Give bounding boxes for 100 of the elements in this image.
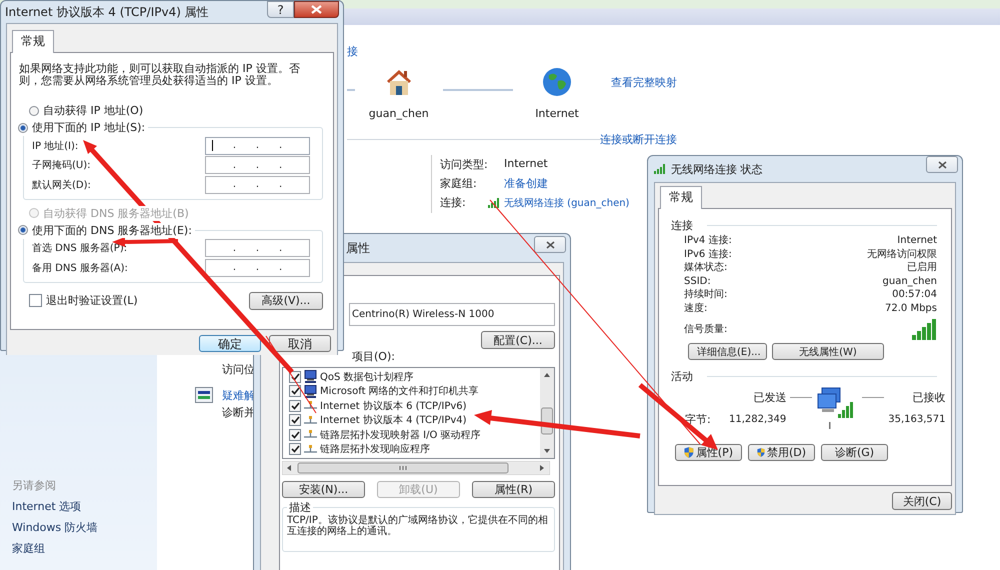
tab[interactable]: 常规: [12, 30, 54, 53]
checkbox[interactable]: [289, 400, 301, 412]
close-icon: [938, 160, 946, 168]
advanced-button[interactable]: 高级(V)...: [249, 292, 323, 310]
radio-button[interactable]: [29, 106, 39, 116]
action-button[interactable]: 安装(N)...: [282, 481, 365, 498]
sidebar-link[interactable]: Windows 防火墙: [12, 520, 98, 535]
checkbox[interactable]: [289, 414, 301, 426]
status-label: 持续时间:: [684, 288, 728, 302]
sent-label: 已发送: [753, 390, 786, 404]
dot: .: [232, 160, 236, 171]
window-title: 属性: [346, 240, 370, 256]
ip-address-field[interactable]: . . .: [205, 176, 310, 194]
window-title: Internet 协议版本 4 (TCP/IPv4) 属性: [5, 4, 209, 20]
status-value: 已启用: [906, 261, 937, 274]
action-button[interactable]: 诊断(G): [821, 444, 888, 461]
view-map-link[interactable]: 查看完整映射: [611, 75, 677, 90]
ip-address-field[interactable]: . . .: [205, 156, 310, 174]
close-icon: [311, 5, 322, 14]
dot: .: [256, 140, 260, 152]
field-label: 默认网关(D):: [32, 178, 91, 192]
status-value: 无网络访问权限: [867, 248, 937, 261]
status-label: 媒体状态:: [684, 261, 728, 274]
status-label: 速度:: [684, 302, 708, 315]
close-button[interactable]: [534, 236, 566, 253]
configure-button[interactable]: 配置(C)...: [481, 331, 555, 349]
checkbox-label[interactable]: 退出时验证设置(L): [46, 293, 138, 308]
ip-address-field[interactable]: . . .: [205, 258, 310, 277]
ip-address-field[interactable]: . . .: [205, 136, 310, 155]
checkbox[interactable]: [289, 443, 301, 456]
intro-text: 如果网络支持此功能，则可以获取自动指派的 IP 设置。否则，您需要从网络系统管理员处获得适当的 IP 设置。: [19, 63, 301, 87]
window-title: 无线网络连接 状态: [671, 162, 762, 176]
section-heading: 连接: [671, 218, 693, 233]
troubleshoot-icon: [195, 387, 213, 403]
list-item[interactable]: QoS 数据包计划程序: [320, 370, 414, 384]
dialog-button[interactable]: 确定: [199, 335, 261, 352]
status-value: guan_chen: [882, 274, 937, 288]
ip-address-field[interactable]: . . .: [205, 239, 310, 258]
radio-button[interactable]: [18, 225, 28, 235]
help-button[interactable]: ?: [267, 1, 294, 18]
vertical-scrollbar[interactable]: [540, 368, 554, 458]
link[interactable]: 接: [347, 44, 358, 59]
section-heading: 活动: [671, 369, 693, 384]
list-item[interactable]: 链路层拓扑发现映射器 I/O 驱动程序: [320, 428, 481, 442]
bytes-label: 字节:: [685, 412, 712, 426]
radio-label[interactable]: 使用下面的 IP 地址(S):: [32, 120, 146, 135]
field-label: 首选 DNS 服务器(P):: [32, 242, 128, 256]
dot: .: [232, 140, 236, 152]
node-label: guan_chen: [368, 107, 429, 120]
task-text: 诊断并: [222, 405, 255, 420]
sidebar-link[interactable]: Internet 选项: [12, 499, 98, 514]
connect-link[interactable]: 连接或断开连接: [600, 132, 677, 147]
checkbox[interactable]: [289, 385, 301, 398]
radio-label[interactable]: 使用下面的 DNS 服务器地址(E):: [32, 222, 192, 238]
action-button[interactable]: 详细信息(E)...: [688, 343, 767, 360]
list-item[interactable]: 链路层拓扑发现响应程序: [320, 442, 430, 456]
checkbox[interactable]: [29, 294, 42, 307]
section-heading: 另请参阅: [12, 478, 57, 493]
radio-label[interactable]: 自动获得 IP 地址(O): [43, 103, 144, 118]
sidebar-link[interactable]: 家庭组: [12, 541, 98, 556]
dot: .: [232, 242, 236, 254]
close-button[interactable]: 关闭(C): [892, 492, 952, 510]
field-label: 子网掩码(U):: [32, 159, 90, 172]
detail-link[interactable]: 准备创建: [504, 176, 630, 191]
status-label: IPv6 连接:: [684, 248, 733, 261]
globe-icon: [542, 67, 572, 97]
dot: .: [278, 179, 282, 190]
list-item[interactable]: Internet 协议版本 6 (TCP/IPv6): [320, 398, 467, 413]
close-button[interactable]: [926, 156, 958, 173]
detail-value: Internet: [504, 157, 549, 172]
tab[interactable]: 常规: [660, 186, 702, 209]
connection-link[interactable]: 无线网络连接 (guan_chen): [504, 196, 630, 210]
action-button[interactable]: 禁用(D): [748, 444, 815, 461]
horizontal-scrollbar[interactable]: [282, 461, 550, 475]
action-button[interactable]: 属性(R): [472, 481, 555, 498]
dot: .: [278, 140, 282, 152]
checkbox[interactable]: [289, 428, 301, 441]
network-protocol-icon: [304, 444, 317, 454]
network-protocol-icon: [304, 416, 317, 425]
action-button[interactable]: 属性(P): [675, 444, 742, 461]
network-protocol-icon: [304, 430, 317, 440]
dot: .: [278, 262, 282, 274]
dot: .: [232, 179, 236, 190]
text-cursor: [212, 140, 213, 152]
signal-strength-icon: [912, 319, 937, 340]
received-label: 已接收: [912, 390, 946, 404]
action-button[interactable]: 无线属性(W): [772, 343, 884, 360]
group-heading: 描述: [288, 500, 312, 515]
radio-button[interactable]: [18, 122, 28, 132]
dot: .: [256, 160, 260, 171]
computer-icon: [304, 370, 317, 384]
list-item[interactable]: Internet 协议版本 4 (TCP/IPv4): [320, 413, 467, 428]
close-button[interactable]: [294, 1, 339, 18]
sent-bytes: 11,282,349: [729, 414, 786, 424]
description-text: TCP/IP。该协议是默认的广域网络协议，它提供在不同的相互连接的网络上的通讯。: [287, 515, 549, 537]
dialog-button[interactable]: 取消: [269, 335, 331, 352]
dot: .: [278, 242, 282, 254]
dot: .: [256, 262, 260, 274]
field-label: IP 地址(I):: [32, 140, 78, 153]
list-item[interactable]: Microsoft 网络的文件和打印机共享: [320, 384, 479, 398]
